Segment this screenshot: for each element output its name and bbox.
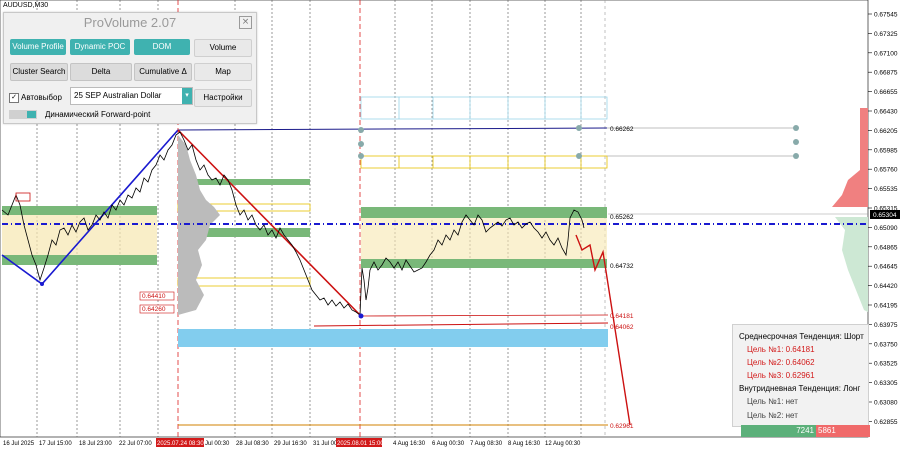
- green-zone-right-top: [361, 207, 607, 218]
- value-area-left: [2, 215, 157, 255]
- label-64732: 0.64732: [610, 263, 634, 270]
- price-tick-label: 0.67100: [874, 50, 898, 57]
- sell-volume: 5861: [818, 426, 836, 435]
- current-price-label: 0.65304: [873, 212, 897, 219]
- price-tick-label: 0.64420: [874, 283, 898, 290]
- contract-select[interactable]: 25 SEP Australian Dollar ▾: [70, 87, 193, 105]
- buy-volume-bar: 7241: [741, 425, 816, 437]
- forward-point-toggle[interactable]: Динамический Forward-point: [9, 110, 151, 120]
- label-64260: 0.64260: [142, 306, 166, 313]
- dynamic-poc-button[interactable]: Dynamic POC: [70, 39, 130, 55]
- time-tick-label: 2025.07.24 08:30: [157, 441, 204, 447]
- medium-target-3: Цель №3: 0.62961: [747, 371, 815, 380]
- price-tick-label: 0.65985: [874, 147, 898, 154]
- time-tick-label: 4 Aug 16:30: [393, 441, 426, 447]
- price-tick-label: 0.65760: [874, 167, 898, 174]
- price-tick-label: 0.63975: [874, 322, 898, 329]
- dom-button[interactable]: DOM: [134, 39, 190, 55]
- label-62961: 0.62961: [610, 423, 634, 430]
- green-zone-right-bottom: [361, 259, 607, 268]
- time-tick-label: 18 Jul 23:00: [79, 441, 112, 447]
- time-tick-label: 29 Jul 16:30: [274, 441, 307, 447]
- medium-trend-title: Среднесрочная Тенденция: Шорт: [739, 332, 864, 341]
- time-tick-label: 6 Aug 00:30: [432, 441, 465, 447]
- price-tick-label: 0.63525: [874, 361, 898, 368]
- green-zone-left-bottom: [2, 255, 157, 265]
- label-64410: 0.64410: [142, 293, 166, 300]
- price-tick-label: 0.62855: [874, 419, 898, 426]
- price-tick-label: 0.64645: [874, 264, 898, 271]
- price-tick-label: 0.65535: [874, 186, 898, 193]
- trend-box: Среднесрочная Тенденция: Шорт Цель №1: 0…: [732, 324, 869, 427]
- forward-point-label: Динамический Forward-point: [45, 110, 151, 119]
- green-zone-left-top: [2, 206, 157, 215]
- intraday-target-2: Цель №2: нет: [747, 411, 798, 420]
- price-tick-label: 0.66875: [874, 70, 898, 77]
- medium-target-2: Цель №2: 0.64062: [747, 358, 815, 367]
- label-65262: 0.65262: [610, 214, 634, 221]
- label-64181: 0.64181: [610, 313, 634, 320]
- label-66262: 0.66262: [610, 126, 634, 133]
- blue-zone: [178, 329, 608, 347]
- time-tick-label: 16 Jul 2025: [3, 441, 35, 447]
- time-tick-label: 17 Jul 15:00: [39, 441, 72, 447]
- time-tick-label: 7 Aug 08:30: [470, 441, 503, 447]
- price-tick-label: 0.64865: [874, 244, 898, 251]
- time-tick-label: 8 Aug 16:30: [508, 441, 541, 447]
- chevron-down-icon: ▾: [182, 88, 192, 104]
- sell-volume-bar: 5861: [816, 425, 870, 437]
- time-tick-label: 2025.08.01 15:00: [337, 441, 384, 447]
- checkmark-icon: ✓: [9, 93, 19, 103]
- volume-button[interactable]: Volume: [194, 39, 252, 57]
- price-tick-label: 0.63305: [874, 380, 898, 387]
- close-icon[interactable]: ×: [239, 16, 252, 29]
- intraday-target-1: Цель №1: нет: [747, 397, 798, 406]
- time-tick-label: 12 Aug 00:30: [545, 441, 581, 447]
- settings-button[interactable]: Настройки: [194, 89, 252, 107]
- intraday-trend-title: Внутридневная Тенденция: Лонг: [739, 384, 861, 393]
- provolume-panel[interactable]: ProVolume 2.07 × Volume Profile Dynamic …: [3, 12, 257, 124]
- volume-profile-button[interactable]: Volume Profile: [10, 39, 66, 55]
- symbol-label: AUDUSD,M30: [3, 2, 49, 9]
- swing-low-marker: [40, 282, 44, 286]
- cluster-search-button[interactable]: Cluster Search: [10, 63, 68, 81]
- price-tick-label: 0.66655: [874, 89, 898, 96]
- panel-title: ProVolume 2.07: [83, 15, 177, 30]
- price-tick-label: 0.67325: [874, 31, 898, 38]
- time-tick-label: Jul 00:30: [205, 441, 230, 447]
- low-marker: [358, 313, 364, 319]
- buy-volume: 7241: [796, 426, 814, 435]
- price-tick-label: 0.63750: [874, 341, 898, 348]
- price-tick-label: 0.65090: [874, 225, 898, 232]
- time-tick-label: 22 Jul 07:00: [119, 441, 152, 447]
- toggle-switch[interactable]: [9, 110, 37, 120]
- price-tick-label: 0.66430: [874, 109, 898, 116]
- cumulative-delta-button[interactable]: Cumulative Δ: [134, 63, 192, 81]
- medium-target-1: Цель №1: 0.64181: [747, 345, 815, 354]
- time-tick-label: 31 Jul 00:: [313, 441, 339, 447]
- auto-select-label: Автовыбор: [21, 93, 62, 103]
- time-tick-label: 28 Jul 08:30: [236, 441, 269, 447]
- price-tick-label: 0.66205: [874, 128, 898, 135]
- delta-button[interactable]: Delta: [70, 63, 132, 81]
- contract-value: 25 SEP Australian Dollar: [74, 91, 162, 100]
- auto-select-checkbox[interactable]: ✓ Автовыбор: [9, 93, 62, 103]
- map-button[interactable]: Map: [194, 63, 252, 81]
- price-tick-label: 0.64195: [874, 303, 898, 310]
- price-tick-label: 0.63080: [874, 400, 898, 407]
- label-64062: 0.64062: [610, 324, 634, 331]
- time-axis: 16 Jul 2025 17 Jul 15:00 18 Jul 23:00 22 Ju…: [3, 438, 581, 447]
- price-tick-label: 0.67545: [874, 12, 898, 19]
